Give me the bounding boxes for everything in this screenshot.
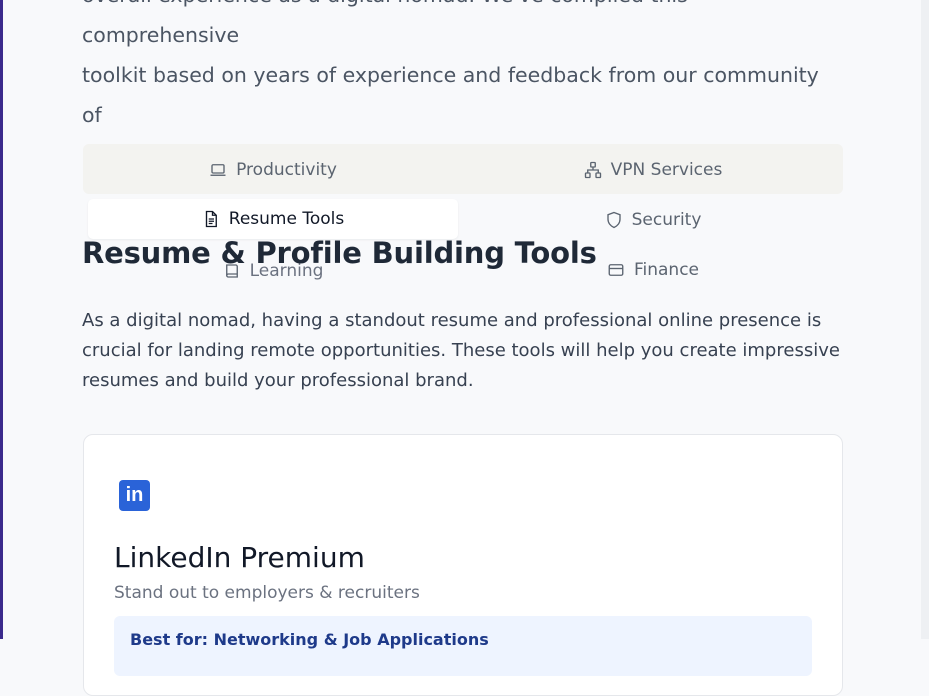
tool-card-linkedin: in LinkedIn Premium Stand out to employe… xyxy=(83,434,843,696)
best-for-box: Best for: Networking & Job Applications xyxy=(114,616,812,676)
intro-line-1: overall experience as a digital nomad. W… xyxy=(82,0,688,47)
section-description: As a digital nomad, having a standout re… xyxy=(82,310,840,391)
best-for-label: Best for: Networking & Job Applications xyxy=(130,630,489,649)
section-heading: Resume & Profile Building Tools xyxy=(82,236,597,270)
tab-security[interactable]: Security xyxy=(468,200,838,240)
network-icon xyxy=(584,161,601,179)
tab-label: Finance xyxy=(633,260,700,280)
scrollbar-track[interactable] xyxy=(921,0,929,639)
credit-card-icon xyxy=(608,264,624,276)
window-left-border xyxy=(0,0,3,639)
card-subtitle: Stand out to employers & recruiters xyxy=(114,583,420,603)
tab-label: Productivity xyxy=(236,160,337,180)
tab-label: Resume Tools xyxy=(228,209,345,229)
tab-vpn-services[interactable]: VPN Services xyxy=(468,150,838,190)
tab-resume-tools[interactable]: Resume Tools xyxy=(88,199,458,239)
tab-label: Security xyxy=(631,210,702,230)
shield-icon xyxy=(606,211,621,229)
laptop-icon xyxy=(210,164,226,176)
card-title: LinkedIn Premium xyxy=(114,541,365,574)
linkedin-logo-icon: in xyxy=(119,480,150,511)
tab-label: VPN Services xyxy=(610,160,723,180)
tab-productivity[interactable]: Productivity xyxy=(88,150,458,190)
intro-line-2: toolkit based on years of experience and… xyxy=(82,63,819,127)
file-text-icon xyxy=(205,210,217,228)
